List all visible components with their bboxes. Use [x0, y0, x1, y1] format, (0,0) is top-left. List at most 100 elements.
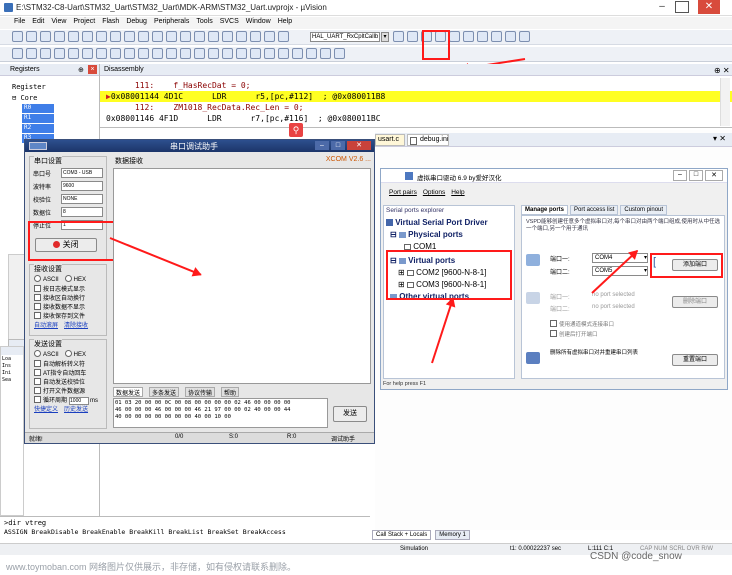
send-tab[interactable]: 数据发送	[113, 387, 144, 397]
tab-debug-ini[interactable]: debug.ini	[407, 134, 449, 146]
toolbar-button[interactable]	[180, 48, 191, 59]
toolbar-button[interactable]	[110, 48, 121, 59]
toolbar-button[interactable]	[12, 48, 23, 59]
send-link[interactable]: 快捷定义	[34, 407, 58, 413]
vspd-menu-item[interactable]: Help	[451, 189, 464, 196]
register-item[interactable]: R1	[22, 114, 54, 123]
send-option[interactable]: AT指令自动回车	[34, 368, 106, 377]
toolbar-button[interactable]	[138, 31, 149, 42]
menu-help[interactable]: Help	[278, 18, 292, 25]
toolbar-button[interactable]	[54, 31, 65, 42]
send-tab[interactable]: 协议传输	[185, 387, 216, 397]
toolbar-button[interactable]	[407, 31, 418, 42]
recv-option[interactable]: ASCII	[34, 275, 59, 284]
send-option[interactable]: 循环周期 1000 ms	[34, 395, 106, 405]
checkbox-icon[interactable]	[34, 387, 41, 394]
menu-file[interactable]: File	[14, 18, 25, 25]
disassembly-close-icon[interactable]: ⊕ ✕	[714, 66, 730, 75]
toolbar-button[interactable]	[463, 31, 474, 42]
recv-option[interactable]: 接收区自动换行	[34, 293, 106, 302]
recv-option[interactable]: HEX	[64, 275, 86, 284]
receive-textarea[interactable]	[113, 168, 371, 384]
toolbar-button[interactable]	[166, 31, 177, 42]
vspd-maximize-button[interactable]: □	[689, 170, 703, 181]
toolbar-button[interactable]	[334, 48, 345, 59]
checkbox-icon[interactable]	[34, 378, 41, 385]
menu-project[interactable]: Project	[73, 18, 95, 25]
close-button[interactable]: ✕	[698, 0, 720, 14]
toolbar-button[interactable]	[68, 48, 79, 59]
toolbar-button[interactable]	[236, 48, 247, 59]
vspd-tab[interactable]: Custom pinout	[620, 205, 668, 215]
checkbox-icon[interactable]	[34, 303, 41, 310]
toolbar-button[interactable]	[278, 31, 289, 42]
register-item[interactable]: R2	[22, 124, 54, 133]
toolbar-button[interactable]	[110, 31, 121, 42]
send-button[interactable]: 发送	[333, 406, 367, 422]
recv-link[interactable]: 自动滚屏	[34, 323, 58, 329]
vspd-tab[interactable]: Port access list	[570, 205, 619, 215]
toolbar-button[interactable]	[306, 48, 317, 59]
toolbar-button[interactable]	[26, 31, 37, 42]
reset-button[interactable]: 重置端口	[672, 354, 718, 366]
toolbar-button[interactable]	[292, 48, 303, 59]
toolbar-button[interactable]	[124, 48, 135, 59]
radio-icon[interactable]	[34, 275, 41, 282]
toolbar-button[interactable]	[236, 31, 247, 42]
toolbar-button[interactable]	[491, 31, 502, 42]
recv-link[interactable]: 清除接收	[64, 323, 88, 329]
toolbar-button[interactable]	[505, 31, 516, 42]
vspd-minimize-button[interactable]: –	[673, 170, 687, 181]
register-item[interactable]: R0	[22, 104, 54, 113]
disassembly-scrollbar[interactable]	[720, 78, 730, 126]
checkbox-icon[interactable]	[34, 369, 41, 376]
tab-usart-c[interactable]: usart.c	[375, 134, 405, 146]
recv-option[interactable]: 按日志模式显示	[34, 284, 106, 293]
menu-tools[interactable]: Tools	[196, 18, 212, 25]
toolbar-button[interactable]	[166, 48, 177, 59]
function-combo[interactable]: HAL_UART_RxCpltCallb	[310, 32, 380, 42]
toolbar-button[interactable]	[264, 31, 275, 42]
menu-flash[interactable]: Flash	[102, 18, 119, 25]
toolbar-button[interactable]	[208, 31, 219, 42]
send-option[interactable]: ASCII	[34, 350, 59, 359]
serial-minimize-button[interactable]: –	[315, 141, 329, 150]
menu-edit[interactable]: Edit	[32, 18, 44, 25]
toolbar-button[interactable]	[40, 48, 51, 59]
toolbar-button[interactable]	[250, 31, 261, 42]
toolbar-button[interactable]	[194, 31, 205, 42]
port-field-select[interactable]: 8	[61, 207, 103, 217]
bottom-tab[interactable]: Call Stack + Locals	[372, 530, 432, 540]
tree-physical[interactable]: ⊟ Physical ports	[390, 230, 463, 239]
serial-maximize-button[interactable]: □	[331, 141, 345, 150]
vspd-menu-item[interactable]: Options	[423, 189, 445, 196]
toolbar-button[interactable]	[96, 31, 107, 42]
toolbar-button[interactable]	[138, 48, 149, 59]
toolbar-button[interactable]	[222, 31, 233, 42]
pin-icon[interactable]: ⊕	[78, 66, 84, 74]
toolbar-button[interactable]	[278, 48, 289, 59]
port-field-select[interactable]: COM3 - USB	[61, 168, 103, 178]
port-field-select[interactable]: NONE	[61, 194, 103, 204]
toolbar-button[interactable]	[519, 31, 530, 42]
toolbar-button[interactable]	[264, 48, 275, 59]
menu-svcs[interactable]: SVCS	[220, 18, 239, 25]
toolbar-button[interactable]	[68, 31, 79, 42]
panel-close-icon[interactable]: ×	[88, 65, 97, 74]
menu-window[interactable]: Window	[246, 18, 271, 25]
toolbar-button[interactable]	[180, 31, 191, 42]
add-pair-button[interactable]: 添加端口	[672, 259, 718, 271]
vspd-menu-item[interactable]: Port pairs	[389, 189, 417, 196]
send-option[interactable]: 自动发送校验位	[34, 377, 106, 386]
toolbar-button[interactable]	[124, 31, 135, 42]
open-after-create-checkbox[interactable]: 创建后打开端口	[550, 330, 598, 338]
toolbar-button[interactable]	[26, 48, 37, 59]
toolbar-button[interactable]	[96, 48, 107, 59]
send-textarea[interactable]: 01 03 20 00 00 0C 00 08 00 00 00 00 02 4…	[113, 398, 328, 428]
send-option[interactable]: 打开文件数据源	[34, 386, 106, 395]
port-field-select[interactable]: 9600	[61, 181, 103, 191]
menu-peripherals[interactable]: Peripherals	[154, 18, 189, 25]
send-tab[interactable]: 多条发送	[149, 387, 180, 397]
radio-icon[interactable]	[34, 350, 41, 357]
menu-view[interactable]: View	[51, 18, 66, 25]
